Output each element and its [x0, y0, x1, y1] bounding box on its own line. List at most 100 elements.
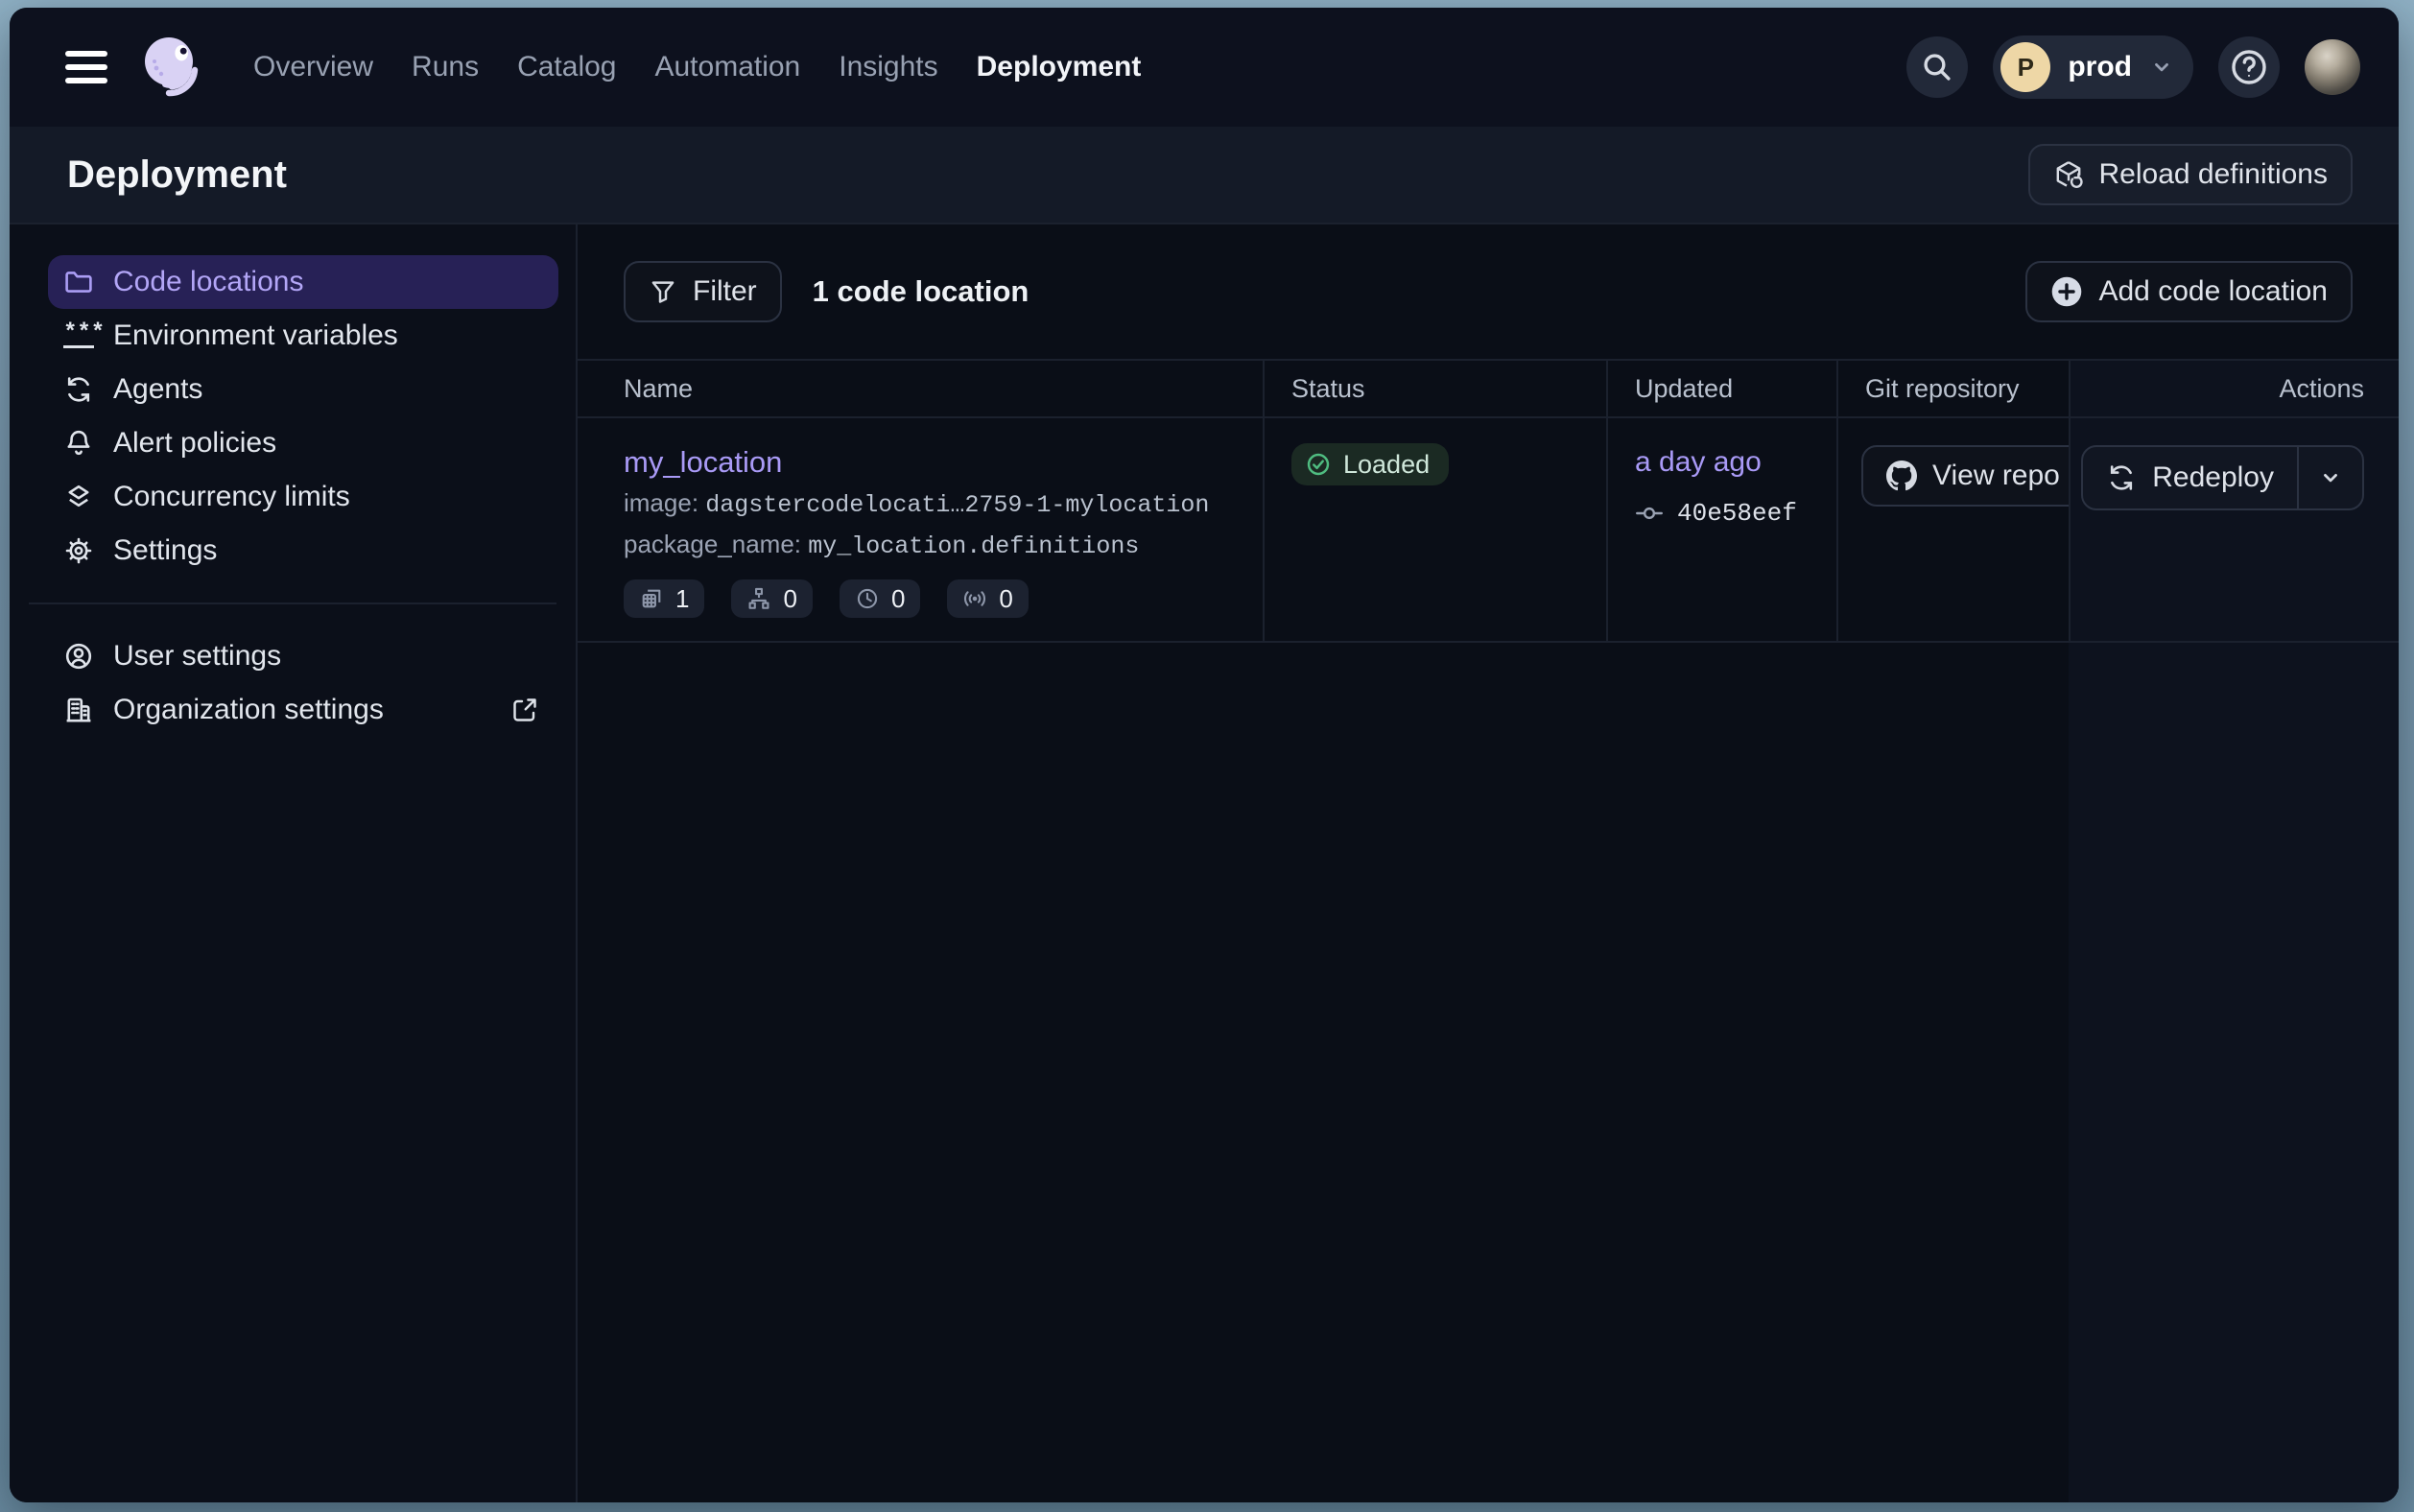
view-repo-button[interactable]: View repo	[1861, 445, 2069, 507]
assets-icon	[639, 586, 664, 611]
layers-icon	[63, 482, 94, 512]
deployment-initial-badge: P	[2000, 42, 2050, 92]
check-circle-icon	[1305, 451, 1332, 478]
plus-circle-icon	[2050, 275, 2083, 308]
chevron-down-icon	[2149, 55, 2174, 80]
agents-cycle-icon	[63, 374, 94, 405]
filter-label: Filter	[693, 275, 757, 308]
nav-item-overview[interactable]: Overview	[249, 43, 377, 91]
redeploy-split-button: Redeploy	[2081, 445, 2364, 510]
assets-count-badge[interactable]: 1	[624, 579, 704, 618]
app-window: Overview Runs Catalog Automation Insight…	[10, 8, 2399, 1502]
search-icon	[1921, 51, 1953, 83]
filter-button[interactable]: Filter	[624, 261, 782, 322]
sensors-count-badge[interactable]: 0	[947, 579, 1028, 618]
sidebar-item-concurrency-limits[interactable]: Concurrency limits	[48, 470, 558, 524]
nav-right-cluster: P prod	[1906, 35, 2360, 99]
search-button[interactable]	[1906, 36, 1968, 98]
gear-icon	[63, 535, 94, 566]
sidebar-item-agents[interactable]: Agents	[48, 363, 558, 416]
commit-icon	[1635, 499, 1664, 528]
redeploy-label: Redeploy	[2152, 461, 2274, 494]
sidebar-item-label: Settings	[113, 534, 217, 567]
redeploy-more-button[interactable]	[2297, 447, 2362, 508]
sidebar-item-user-settings[interactable]: User settings	[48, 629, 558, 683]
nav-item-automation[interactable]: Automation	[651, 43, 804, 91]
clock-icon	[855, 586, 880, 611]
user-avatar[interactable]	[2305, 39, 2360, 95]
reload-definitions-button[interactable]: Reload definitions	[2028, 144, 2354, 205]
deployment-name: prod	[2068, 51, 2132, 83]
help-button[interactable]	[2218, 36, 2280, 98]
nav-item-deployment[interactable]: Deployment	[973, 43, 1146, 91]
sidebar-item-settings[interactable]: Settings	[48, 524, 558, 578]
code-locations-toolbar: Filter 1 code location Add code location	[578, 224, 2399, 359]
definition-count-badges: 1	[624, 579, 1232, 618]
help-icon	[2229, 47, 2269, 87]
nav-item-catalog[interactable]: Catalog	[513, 43, 620, 91]
sidebar-item-environment-variables[interactable]: *** Environment variables	[48, 309, 558, 363]
nav-item-insights[interactable]: Insights	[835, 43, 941, 91]
commit-line: 40e58eef	[1635, 499, 1836, 528]
sidebar-item-label: Concurrency limits	[113, 481, 350, 513]
commit-hash: 40e58eef	[1677, 499, 1797, 528]
sidebar-item-label: Alert policies	[113, 427, 276, 460]
column-header-git-repository: Git repository	[1836, 361, 2069, 416]
assets-count: 1	[675, 584, 689, 614]
column-header-actions: Actions	[2069, 361, 2399, 416]
updated-cell: a day ago 40e58eef	[1606, 418, 1836, 641]
redeploy-refresh-icon	[2106, 462, 2137, 493]
column-header-updated: Updated	[1606, 361, 1836, 416]
external-link-icon	[510, 696, 539, 724]
code-location-row: my_location image: dagstercodelocati…275…	[578, 418, 2399, 643]
column-header-status: Status	[1263, 361, 1606, 416]
bell-icon	[63, 428, 94, 459]
status-label: Loaded	[1343, 450, 1430, 480]
package-value: my_location.definitions	[808, 532, 1139, 560]
nav-item-runs[interactable]: Runs	[408, 43, 483, 91]
code-locations-main: Filter 1 code location Add code location	[578, 224, 2399, 1502]
add-code-location-button[interactable]: Add code location	[2025, 261, 2353, 322]
dagster-logo[interactable]	[136, 31, 209, 104]
table-header: Name Status Updated Git repository Actio…	[578, 359, 2399, 418]
status-badge: Loaded	[1291, 443, 1449, 485]
actions-cell: Redeploy	[2069, 418, 2399, 641]
github-icon	[1886, 461, 1917, 491]
sidebar-divider	[29, 602, 556, 604]
sidebar-item-code-locations[interactable]: Code locations	[48, 255, 558, 309]
schedules-count: 0	[891, 584, 905, 614]
redeploy-button[interactable]: Redeploy	[2083, 447, 2297, 508]
column-header-name: Name	[578, 361, 1263, 416]
package-label: package_name:	[624, 530, 801, 558]
jobs-count: 0	[783, 584, 796, 614]
image-line: image: dagstercodelocati…2759-1-mylocati…	[624, 484, 1232, 525]
sensors-count: 0	[999, 584, 1012, 614]
jobs-icon	[746, 586, 771, 611]
image-value: dagstercodelocati…2759-1-mylocation	[705, 491, 1209, 519]
status-cell: Loaded	[1263, 418, 1606, 641]
deployment-sidebar: Code locations *** Environment variables…	[10, 224, 578, 1502]
sidebar-item-alert-policies[interactable]: Alert policies	[48, 416, 558, 470]
primary-nav: Overview Runs Catalog Automation Insight…	[249, 43, 1145, 91]
name-cell: my_location image: dagstercodelocati…275…	[578, 418, 1263, 641]
page-title: Deployment	[67, 154, 287, 197]
app-body: Code locations *** Environment variables…	[10, 224, 2399, 1502]
package-line: package_name: my_location.definitions	[624, 525, 1232, 566]
deployment-switcher[interactable]: P prod	[1993, 35, 2193, 99]
filter-icon	[649, 277, 677, 306]
sidebar-item-label: Code locations	[113, 266, 303, 298]
env-vars-icon: ***	[63, 324, 94, 348]
code-location-count: 1 code location	[813, 274, 1030, 309]
add-code-location-label: Add code location	[2098, 275, 2328, 308]
sidebar-item-label: Agents	[113, 373, 202, 406]
jobs-count-badge[interactable]: 0	[731, 579, 812, 618]
schedules-count-badge[interactable]: 0	[840, 579, 920, 618]
chevron-down-icon	[2318, 465, 2343, 490]
sidebar-item-label: Organization settings	[113, 694, 384, 726]
menu-icon[interactable]	[65, 51, 107, 83]
code-location-link[interactable]: my_location	[624, 445, 782, 479]
sidebar-item-organization-settings[interactable]: Organization settings	[48, 683, 558, 737]
user-circle-icon	[63, 641, 94, 672]
updated-time-link[interactable]: a day ago	[1635, 446, 1762, 478]
sensor-icon	[962, 586, 987, 611]
